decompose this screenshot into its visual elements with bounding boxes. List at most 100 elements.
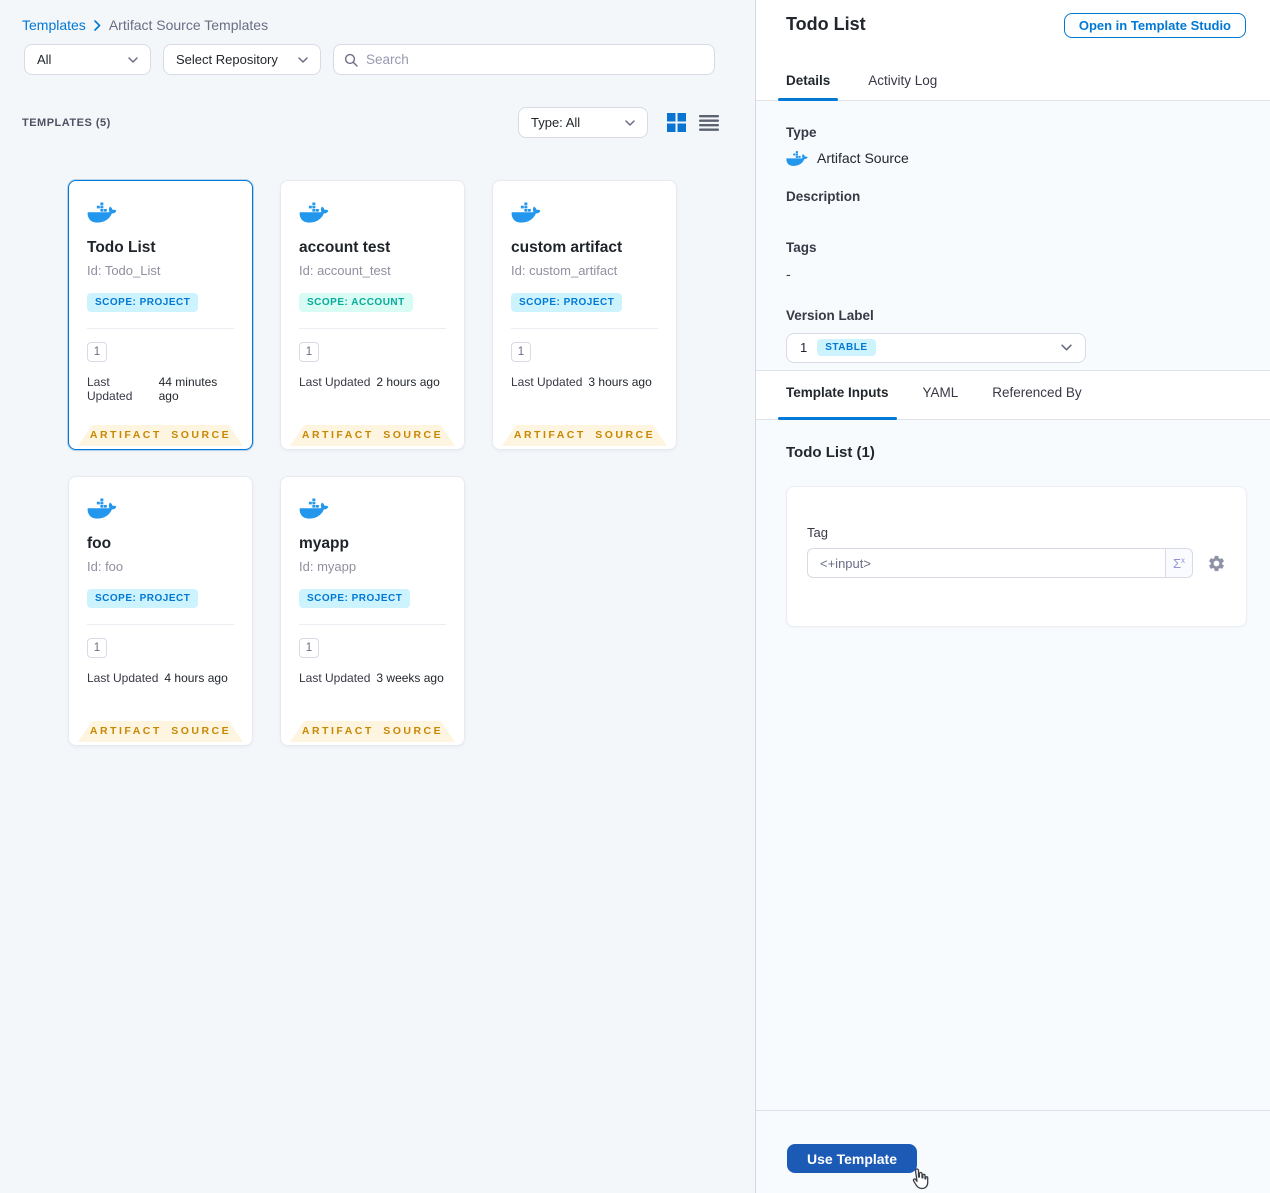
- card-divider: [87, 328, 234, 329]
- version-count-badge: 1: [87, 638, 107, 658]
- view-toggles: [667, 113, 719, 132]
- list-header: TEMPLATES (5) Type: All: [22, 107, 719, 138]
- template-card-id: Id: foo: [87, 559, 124, 574]
- docker-icon: [511, 204, 541, 221]
- use-template-button[interactable]: Use Template: [787, 1144, 917, 1173]
- template-card-title: myapp: [299, 535, 349, 552]
- tag-input[interactable]: [808, 549, 1165, 577]
- version-count-badge: 1: [299, 342, 319, 362]
- last-updated-value: 2 hours ago: [376, 375, 440, 389]
- details-section: Type Artifact Source Description Tags - …: [756, 101, 1270, 371]
- tag-input-row: Σx: [807, 548, 1226, 578]
- tab-yaml[interactable]: YAML: [915, 385, 967, 419]
- gear-icon[interactable]: [1207, 554, 1226, 573]
- card-divider: [511, 328, 658, 329]
- last-updated: Last Updated 2 hours ago: [299, 375, 446, 389]
- scope-filter-value: All: [37, 52, 52, 67]
- scope-badge: SCOPE: PROJECT: [87, 589, 199, 608]
- last-updated: Last Updated 4 hours ago: [87, 671, 234, 685]
- scope-filter-select[interactable]: All: [24, 44, 151, 75]
- last-updated-value: 3 hours ago: [588, 375, 652, 389]
- repository-filter-select[interactable]: Select Repository: [163, 44, 321, 75]
- filter-row: All Select Repository: [24, 44, 715, 75]
- last-updated-label: Last Updated: [511, 375, 583, 389]
- type-filter-value: Type: All: [531, 115, 581, 130]
- card-divider: [299, 624, 446, 625]
- grid-view-icon[interactable]: [667, 113, 686, 132]
- tab-details[interactable]: Details: [778, 73, 839, 101]
- card-divider: [87, 624, 234, 625]
- artifact-source-ribbon: ARTIFACT SOURCE: [78, 425, 243, 446]
- search-input[interactable]: [366, 52, 704, 67]
- last-updated-value: 4 hours ago: [164, 671, 228, 685]
- template-card-id: Id: Todo_List: [87, 263, 161, 278]
- templates-grid: Todo List Id: Todo_List SCOPE: PROJECT 1…: [68, 180, 677, 746]
- chevron-down-icon: [298, 57, 308, 63]
- template-inputs-section: Todo List (1) Tag Σx: [756, 420, 1270, 1109]
- artifact-source-ribbon: ARTIFACT SOURCE: [502, 425, 667, 446]
- template-card-account-test[interactable]: account test Id: account_test SCOPE: ACC…: [280, 180, 465, 450]
- docker-icon: [299, 500, 329, 517]
- inner-tabs: Template Inputs YAML Referenced By: [756, 371, 1270, 420]
- search-icon: [344, 53, 358, 67]
- version-count-badge: 1: [299, 638, 319, 658]
- artifact-source-ribbon: ARTIFACT SOURCE: [290, 425, 455, 446]
- tags-label: Tags: [786, 239, 817, 255]
- stable-badge: STABLE: [817, 339, 876, 357]
- type-label: Type: [786, 125, 817, 140]
- version-label: Version Label: [786, 307, 874, 323]
- cursor-pointer-icon: [906, 1167, 930, 1191]
- list-view-icon[interactable]: [699, 115, 719, 131]
- last-updated-value: 44 minutes ago: [158, 375, 218, 403]
- last-updated-label: Last Updated: [299, 375, 371, 389]
- description-label: Description: [786, 188, 861, 204]
- last-updated-label: Last Updated: [87, 671, 159, 685]
- panel-header: Todo List Open in Template Studio Detail…: [756, 0, 1270, 101]
- template-details-panel: Todo List Open in Template Studio Detail…: [755, 0, 1270, 1193]
- last-updated-label: Last Updated: [87, 375, 133, 403]
- docker-icon: [786, 149, 808, 167]
- expression-icon[interactable]: Σx: [1165, 549, 1192, 577]
- type-value: Artifact Source: [817, 149, 909, 166]
- last-updated: Last Updated 3 weeks ago: [299, 671, 446, 685]
- last-updated: Last Updated 3 hours ago: [511, 375, 658, 389]
- tab-referenced-by[interactable]: Referenced By: [984, 385, 1089, 419]
- tab-activity-log[interactable]: Activity Log: [860, 73, 945, 100]
- template-card-title: account test: [299, 239, 391, 256]
- templates-list-panel: Templates Artifact Source Templates All …: [0, 0, 755, 1193]
- last-updated-label: Last Updated: [299, 671, 371, 685]
- version-select[interactable]: 1 STABLE: [786, 332, 1086, 363]
- type-value-row: Artifact Source: [786, 149, 1240, 167]
- breadcrumb-current: Artifact Source Templates: [108, 17, 269, 33]
- scope-badge: SCOPE: ACCOUNT: [299, 293, 413, 312]
- template-card-custom-artifact[interactable]: custom artifact Id: custom_artifact SCOP…: [492, 180, 677, 450]
- tag-label: Tag: [807, 525, 828, 540]
- template-card-foo[interactable]: foo Id: foo SCOPE: PROJECT 1 Last Update…: [68, 476, 253, 746]
- templates-count-label: TEMPLATES (5): [22, 116, 111, 129]
- template-card-title: Todo List: [87, 239, 156, 256]
- scope-badge: SCOPE: PROJECT: [87, 293, 199, 312]
- type-filter-select[interactable]: Type: All: [518, 107, 648, 138]
- chevron-down-icon: [128, 57, 138, 63]
- template-card-myapp[interactable]: myapp Id: myapp SCOPE: PROJECT 1 Last Up…: [280, 476, 465, 746]
- tab-template-inputs[interactable]: Template Inputs: [778, 385, 897, 420]
- template-card-id: Id: myapp: [299, 559, 357, 574]
- chevron-down-icon: [625, 120, 635, 126]
- breadcrumb-templates-link[interactable]: Templates: [22, 17, 86, 33]
- scope-badge: SCOPE: PROJECT: [299, 589, 411, 608]
- panel-title: Todo List: [786, 14, 866, 34]
- template-card-id: Id: account_test: [299, 263, 391, 278]
- panel-footer: Use Template: [756, 1110, 1270, 1193]
- template-card-todo-list[interactable]: Todo List Id: Todo_List SCOPE: PROJECT 1…: [68, 180, 253, 450]
- version-count-badge: 1: [87, 342, 107, 362]
- breadcrumb: Templates Artifact Source Templates: [22, 17, 268, 33]
- tag-input-card: Tag Σx: [786, 486, 1247, 627]
- template-card-title: foo: [87, 535, 112, 552]
- open-in-template-studio-button[interactable]: Open in Template Studio: [1063, 13, 1246, 38]
- chevron-down-icon: [1061, 344, 1072, 351]
- inputs-heading: Todo List (1): [786, 444, 875, 461]
- docker-icon: [87, 500, 117, 517]
- breadcrumb-chevron-icon: [94, 20, 101, 31]
- tags-value: -: [786, 265, 791, 282]
- repository-filter-value: Select Repository: [176, 52, 278, 67]
